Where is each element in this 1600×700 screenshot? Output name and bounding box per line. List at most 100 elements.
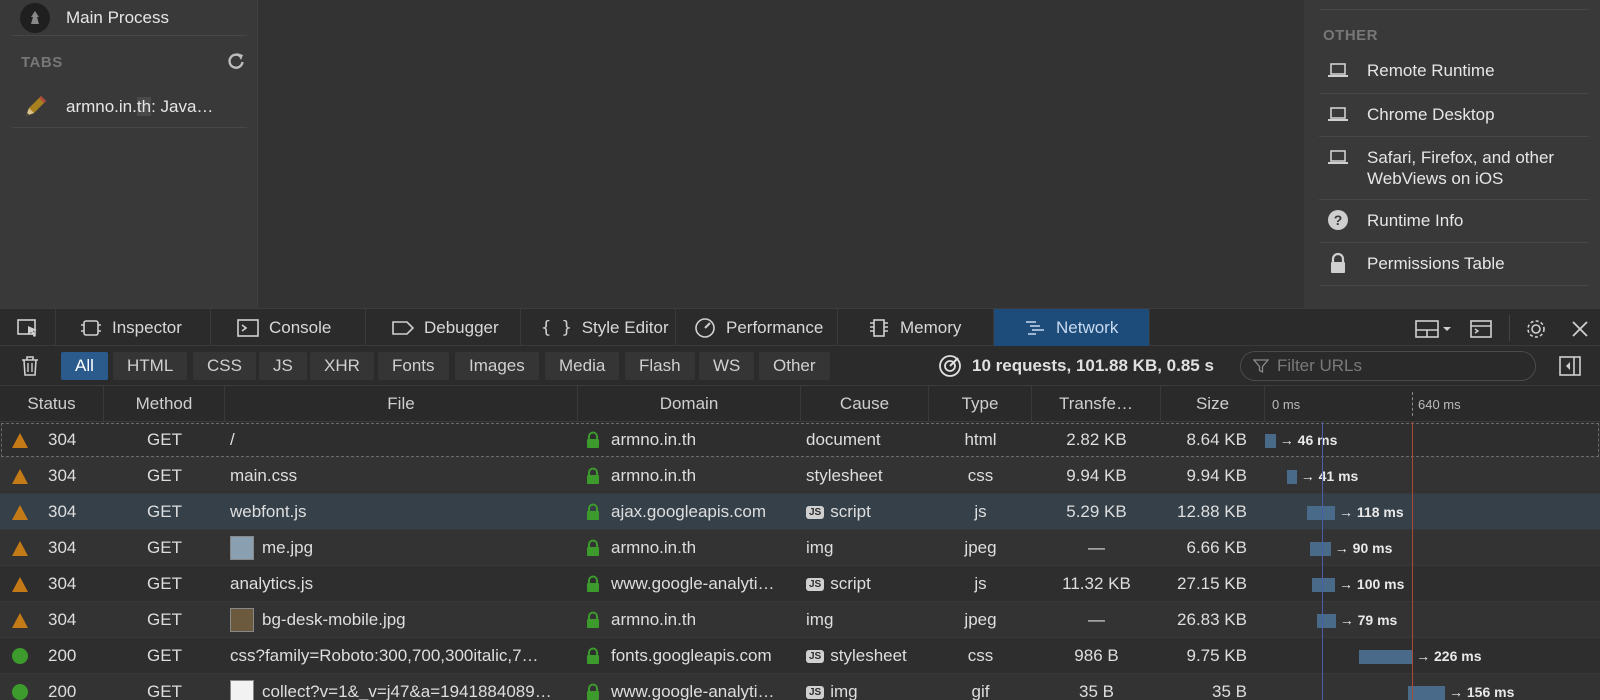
secure-lock-icon <box>587 611 599 628</box>
request-summary: 10 requests, 101.88 KB, 0.85 s <box>938 352 1214 380</box>
domain-name: armno.in.th <box>611 610 697 629</box>
filter-other-button[interactable]: Other <box>759 352 830 380</box>
performance-analysis-icon[interactable] <box>938 354 962 378</box>
size-cell: 9.75 KB <box>1186 646 1248 665</box>
secure-lock-icon <box>587 647 599 664</box>
column-file[interactable]: File <box>225 386 578 422</box>
domain-name: armno.in.th <box>611 466 697 485</box>
filter-xhr-button[interactable]: XHR <box>310 352 374 380</box>
safari-webviews-item[interactable]: Safari, Firefox, and other WebViews on i… <box>1319 137 1589 200</box>
domain-cell: ajax.googleapis.com <box>578 494 801 530</box>
main-process-label: Main Process <box>66 7 169 27</box>
method-cell: GET <box>147 502 182 521</box>
right-panel: OTHER Remote Runtime Chrome Desktop Safa… <box>1304 0 1600 308</box>
file-name: me.jpg <box>262 538 314 557</box>
filter-css-button[interactable]: CSS <box>193 352 256 380</box>
gear-icon[interactable] <box>1525 318 1547 340</box>
file-name: main.css <box>230 466 298 485</box>
toggle-sidebar-icon[interactable] <box>1559 355 1581 377</box>
filter-all-button[interactable]: All <box>61 352 108 380</box>
column-method[interactable]: Method <box>104 386 225 422</box>
filter-images-button[interactable]: Images <box>455 352 539 380</box>
file-cell: bg-desk-mobile.jpg <box>225 602 578 638</box>
waterfall-bar <box>1287 470 1297 484</box>
network-icon <box>1026 320 1044 335</box>
pencil-icon <box>26 95 46 116</box>
size-cell: 8.64 KB <box>1186 430 1248 449</box>
column-type[interactable]: Type <box>929 386 1032 422</box>
remote-runtime-item[interactable]: Remote Runtime <box>1319 50 1589 94</box>
column-status[interactable]: Status <box>0 386 104 422</box>
js-badge-icon: JS <box>806 505 825 519</box>
chrome-desktop-item[interactable]: Chrome Desktop <box>1319 94 1589 137</box>
cause-cell: JS script <box>801 566 929 602</box>
tab-memory[interactable]: Memory <box>838 309 994 346</box>
table-row[interactable]: 200 GET css?family=Roboto:300,700,300itali… <box>0 638 1600 674</box>
debugger-icon <box>392 320 414 335</box>
devtools-toolbar: Inspector Console Debugger { } Style Edi… <box>0 308 1600 346</box>
transferred-cell: 9.94 KB <box>1066 466 1127 485</box>
domain-cell: armno.in.th <box>578 458 801 494</box>
runtime-info-item[interactable]: ? Runtime Info <box>1319 200 1589 243</box>
transferred-cell: — <box>1088 610 1105 629</box>
column-domain[interactable]: Domain <box>578 386 801 422</box>
cause-cell: JS img <box>801 674 929 700</box>
column-waterfall[interactable]: 0 ms 640 ms <box>1265 386 1600 422</box>
filter-html-button[interactable]: HTML <box>113 352 188 380</box>
filter-media-button[interactable]: Media <box>545 352 620 380</box>
tab-performance-label: Performance <box>726 317 824 337</box>
column-transferred[interactable]: Transfe… <box>1032 386 1161 422</box>
table-row[interactable]: 304 GET / armno.in.th document html 2.82 KB 8.6… <box>0 422 1600 458</box>
table-row[interactable]: 304 GET webfont.js ajax.googleapis.com JS scr… <box>0 494 1600 530</box>
tab-network[interactable]: Network <box>994 309 1150 346</box>
type-cell: jpeg <box>964 538 997 557</box>
filter-ws-button[interactable]: WS <box>699 352 755 380</box>
type-cell: gif <box>971 682 990 700</box>
table-row[interactable]: 200 GET collect?v=1&_v=j47&a=1941884089… ww… <box>0 674 1600 700</box>
close-icon[interactable] <box>1569 318 1591 340</box>
table-row[interactable]: 304 GET me.jpg armno.in.th img jpeg — 6.66 KB → … <box>0 530 1600 566</box>
column-cause[interactable]: Cause <box>801 386 929 422</box>
tab-inspector[interactable]: Inspector <box>56 309 211 346</box>
filter-urls-input[interactable] <box>1277 356 1527 376</box>
trash-icon[interactable] <box>20 355 40 377</box>
waterfall-timing-label: → 79 ms <box>1339 612 1398 628</box>
column-size[interactable]: Size <box>1161 386 1265 422</box>
cause-cell: document <box>801 422 929 458</box>
gauge-icon <box>695 317 715 338</box>
status-warning-icon <box>12 432 28 448</box>
filter-fonts-button[interactable]: Fonts <box>378 352 449 380</box>
filter-js-button[interactable]: JS <box>259 352 307 380</box>
tab-performance[interactable]: Performance <box>676 309 838 346</box>
type-cell: html <box>964 430 997 449</box>
waterfall-timing-label: → 90 ms <box>1334 540 1393 556</box>
domain-name: www.google-analyti… <box>611 682 775 700</box>
table-row[interactable]: 304 GET bg-desk-mobile.jpg armno.in.th img jp… <box>0 602 1600 638</box>
filter-flash-button[interactable]: Flash <box>625 352 695 380</box>
waterfall-tick-0: 0 ms <box>1272 396 1301 412</box>
tab-debugger-label: Debugger <box>424 317 499 337</box>
runtime-info-label: Runtime Info <box>1367 211 1464 230</box>
type-cell: jpeg <box>964 610 997 629</box>
js-badge-icon: JS <box>806 577 825 591</box>
split-console-icon[interactable] <box>1470 318 1492 340</box>
tab-style-editor[interactable]: { } Style Editor <box>521 309 676 346</box>
size-cell: 26.83 KB <box>1177 610 1247 629</box>
tab-memory-label: Memory <box>900 317 962 337</box>
waterfall-bar <box>1317 614 1336 628</box>
filter-urls-field[interactable] <box>1240 351 1536 381</box>
tab-item-armno[interactable]: armno.in.th: Java… <box>12 86 247 128</box>
status-warning-icon <box>12 468 28 484</box>
element-picker-button[interactable] <box>0 309 56 346</box>
status-code: 304 <box>48 466 77 485</box>
reload-icon[interactable] <box>226 51 246 71</box>
table-row[interactable]: 304 GET main.css armno.in.th stylesheet css 9.… <box>0 458 1600 494</box>
toolbar-divider <box>1509 315 1510 341</box>
tab-debugger[interactable]: Debugger <box>366 309 521 346</box>
tab-console[interactable]: Console <box>211 309 366 346</box>
permissions-table-item[interactable]: Permissions Table <box>1319 243 1589 286</box>
main-process-item[interactable]: Main Process <box>12 0 247 36</box>
dock-layout-icon[interactable] <box>1414 318 1454 340</box>
image-thumbnail <box>230 608 254 632</box>
table-row[interactable]: 304 GET analytics.js www.google-analyti… JS s… <box>0 566 1600 602</box>
